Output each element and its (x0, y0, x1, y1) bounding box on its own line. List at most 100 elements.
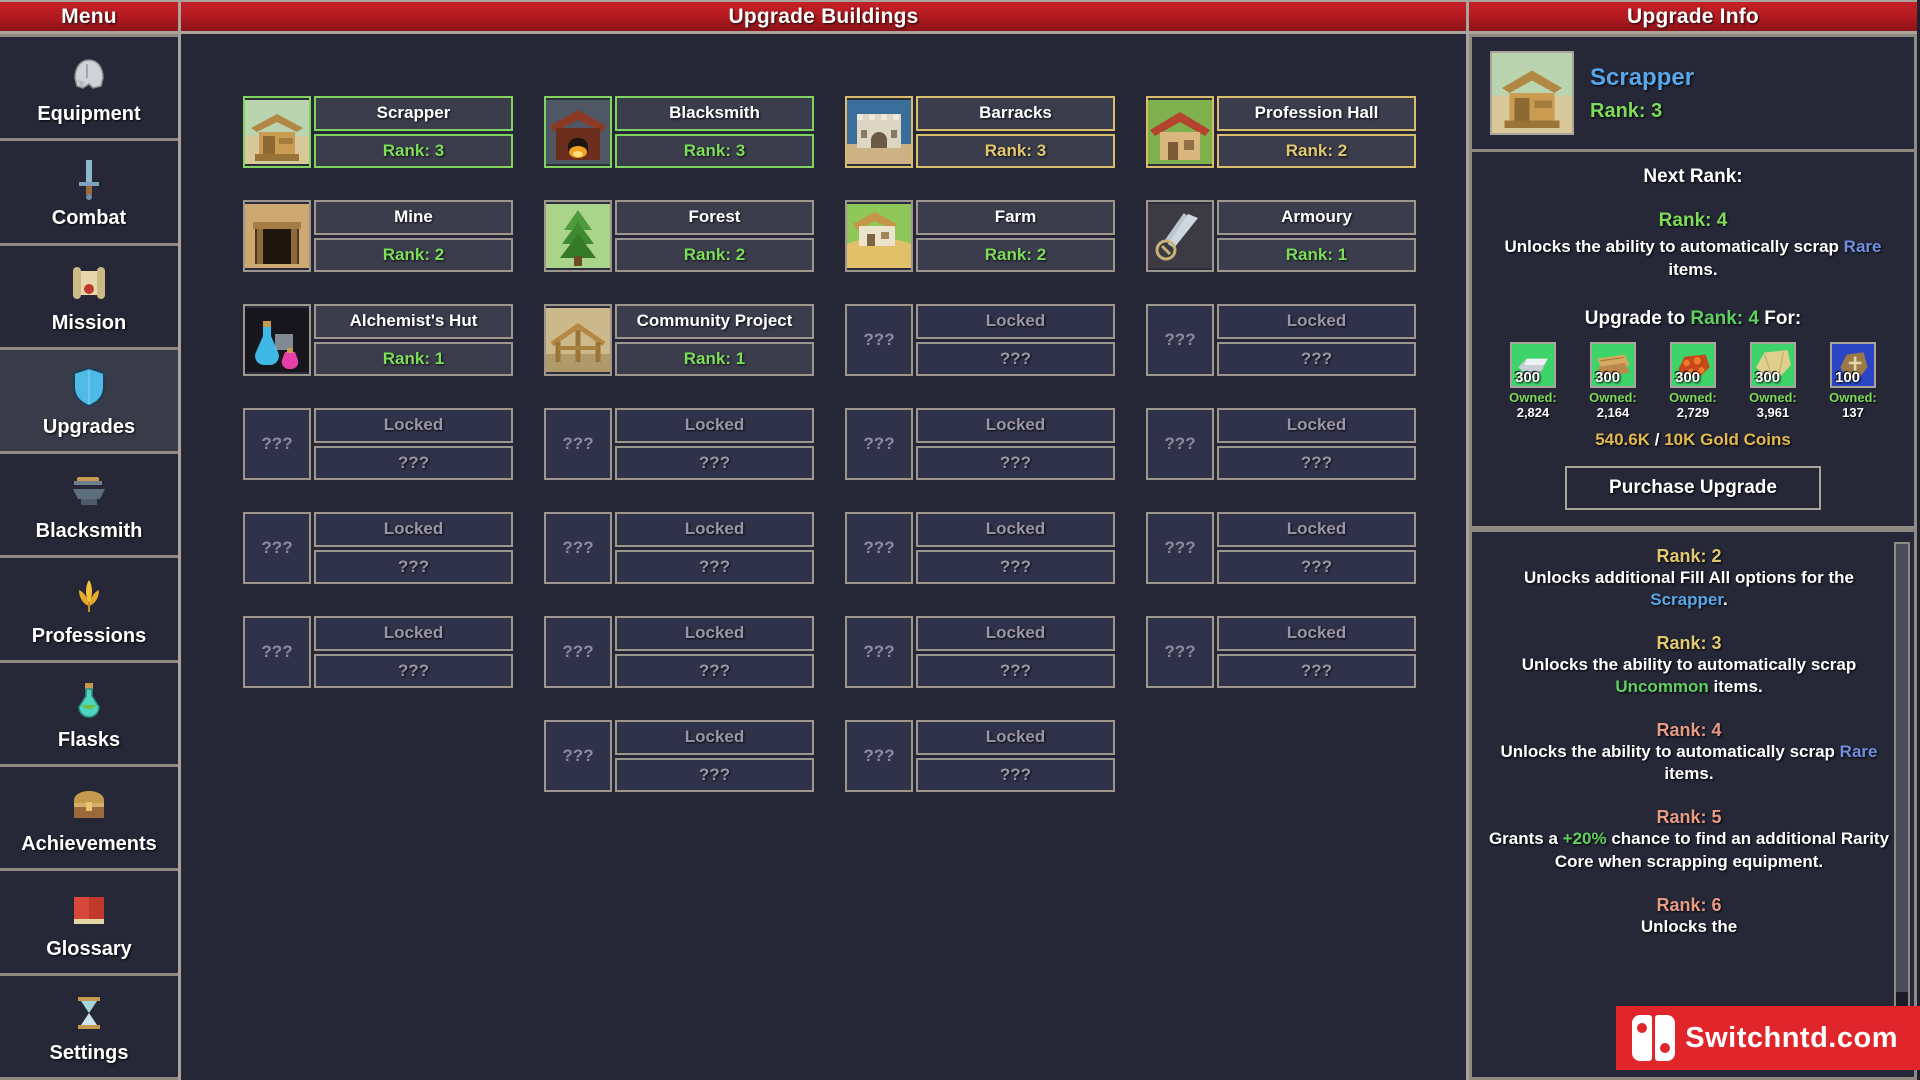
cost-quantity: 300 (1675, 368, 1701, 386)
cost-owned-label: Owned: (1749, 389, 1797, 405)
locked-placeholder: ??? (863, 330, 895, 349)
building-card[interactable]: Mine Rank: 2 (243, 200, 513, 272)
rank-text-part: items. (1664, 764, 1714, 784)
sidebar-item-label: Professions (31, 624, 147, 647)
rank-text-part: Unlocks the ability to automatically scr… (1521, 655, 1857, 675)
building-card-rows: Scrapper Rank: 3 (314, 96, 513, 168)
sidebar-item-settings[interactable]: Settings (0, 972, 178, 1080)
building-card-rows: Locked??? (615, 512, 814, 584)
building-card-locked[interactable]: ??? Locked??? (845, 408, 1115, 480)
purchase-upgrade-button[interactable]: Purchase Upgrade (1565, 465, 1821, 510)
building-card-rows: Farm Rank: 2 (916, 200, 1115, 272)
building-card[interactable]: Barracks Rank: 3 (845, 96, 1115, 168)
building-card-rows: Locked??? (314, 408, 513, 480)
building-card-locked[interactable]: ??? Locked??? (845, 304, 1115, 376)
building-card-locked[interactable]: ??? Locked??? (544, 408, 814, 480)
rank-entry: Rank: 2 Unlocks additional Fill All optio… (1486, 546, 1892, 611)
next-rank-panel: Next Rank: Rank: 4 Unlocks the ability t… (1469, 149, 1917, 529)
building-card-locked[interactable]: ??? Locked??? (845, 512, 1115, 584)
rank-entry: Rank: 5 Grants a +20% chance to find an a… (1486, 807, 1892, 872)
building-rank: Rank: 2 (615, 237, 814, 272)
rank-entry: Rank: 3 Unlocks the ability to automatica… (1486, 633, 1892, 698)
cost-item: 300 Owned: 2,729 (1662, 341, 1724, 420)
rank-heading: Rank: 3 (1656, 633, 1722, 654)
sidebar-item-blacksmith[interactable]: Blacksmith (0, 451, 178, 556)
upgrade-for-rank: Rank: 4 (1690, 307, 1759, 329)
sidebar-item-glossary[interactable]: Glossary (0, 868, 178, 973)
building-card-rows: Locked??? (314, 512, 513, 584)
shield-icon (62, 362, 116, 412)
building-card-rows: Barracks Rank: 3 (916, 96, 1115, 168)
building-name: Barracks (916, 96, 1115, 131)
rank-list-scrollbar[interactable] (1894, 541, 1910, 1067)
building-card-locked[interactable]: ??? Locked??? (544, 512, 814, 584)
building-rank: Rank: 3 (916, 133, 1115, 168)
building-rank: Rank: 3 (314, 133, 513, 168)
building-rank: ??? (1217, 549, 1416, 584)
building-card-locked[interactable]: ??? Locked??? (243, 408, 513, 480)
locked-placeholder: ??? (863, 642, 895, 661)
building-card[interactable]: Forest Rank: 2 (544, 200, 814, 272)
sidebar-item-professions[interactable]: Professions (0, 555, 178, 660)
building-rank: ??? (1217, 341, 1416, 376)
cost-item: 300 Owned: 2,164 (1582, 341, 1644, 420)
building-card-locked[interactable]: ??? Locked??? (845, 616, 1115, 688)
building-card[interactable]: Community Project Rank: 1 (544, 304, 814, 376)
sidebar-item-achievements[interactable]: Achievements (0, 764, 178, 869)
gold-separator: / (1654, 429, 1660, 449)
building-rank: ??? (314, 653, 513, 688)
cost-owned-value: 137 (1842, 404, 1864, 420)
building-card[interactable]: Scrapper Rank: 3 (243, 96, 513, 168)
building-name: Locked (916, 720, 1115, 755)
rank-text-part: Rare (1839, 742, 1878, 762)
building-name: Alchemist's Hut (314, 304, 513, 339)
building-card[interactable]: Armoury Rank: 1 (1146, 200, 1416, 272)
building-card[interactable]: Profession Hall Rank: 2 (1146, 96, 1416, 168)
locked-icon: ??? (544, 512, 612, 584)
building-name: Locked (916, 408, 1115, 443)
building-card-locked[interactable]: ??? Locked??? (1146, 512, 1416, 584)
rank-text-part: items. (1708, 677, 1763, 697)
building-rank: Rank: 2 (916, 237, 1115, 272)
grid-empty-slot (1146, 720, 1416, 802)
rank-entry: Rank: 4 Unlocks the ability to automatica… (1486, 720, 1892, 785)
building-rank: ??? (314, 445, 513, 480)
locked-icon: ??? (243, 512, 311, 584)
rank-description: Unlocks additional Fill All options for … (1486, 567, 1892, 611)
locked-placeholder: ??? (562, 642, 594, 661)
locked-icon: ??? (243, 616, 311, 688)
building-card-locked[interactable]: ??? Locked??? (243, 616, 513, 688)
building-name: Community Project (615, 304, 814, 339)
cost-item: 300 Owned: 2,824 (1502, 341, 1564, 420)
sidebar-item-flasks[interactable]: Flasks (0, 659, 178, 765)
building-rank: ??? (916, 341, 1115, 376)
locked-icon: ??? (544, 616, 612, 688)
watermark-text: Switchntd.com (1685, 1021, 1898, 1054)
sidebar-item-mission[interactable]: Mission (0, 242, 178, 347)
gold-current: 540.6K (1595, 429, 1651, 449)
sidebar-item-label: Equipment (37, 103, 141, 126)
cost-item: 100 Owned: 137 (1822, 341, 1884, 420)
building-name: Blacksmith (615, 96, 814, 131)
building-card[interactable]: Farm Rank: 2 (845, 200, 1115, 272)
building-card-locked[interactable]: ??? Locked??? (544, 616, 814, 688)
building-card[interactable]: Alchemist's Hut Rank: 1 (243, 304, 513, 376)
building-card-rows: Locked??? (916, 720, 1115, 792)
scrollbar-thumb[interactable] (1896, 543, 1908, 993)
building-card-locked[interactable]: ??? Locked??? (243, 512, 513, 584)
building-card-locked[interactable]: ??? Locked??? (1146, 408, 1416, 480)
building-card-locked[interactable]: ??? Locked??? (1146, 616, 1416, 688)
building-card[interactable]: Blacksmith Rank: 3 (544, 96, 814, 168)
building-card-locked[interactable]: ??? Locked??? (1146, 304, 1416, 376)
sidebar-item-upgrades[interactable]: Upgrades (0, 346, 178, 452)
building-card-locked[interactable]: ??? Locked??? (544, 720, 814, 792)
building-rank: Rank: 1 (314, 341, 513, 376)
rank-heading: Rank: 5 (1656, 807, 1722, 828)
building-rank: Rank: 2 (314, 237, 513, 272)
building-name: Locked (615, 408, 814, 443)
sidebar-item-equipment[interactable]: Equipment (0, 34, 178, 139)
sidebar-item-combat[interactable]: Combat (0, 138, 178, 243)
building-rank: ??? (1217, 653, 1416, 688)
building-card-locked[interactable]: ??? Locked??? (845, 720, 1115, 792)
building-card-rows: Armoury Rank: 1 (1217, 200, 1416, 272)
